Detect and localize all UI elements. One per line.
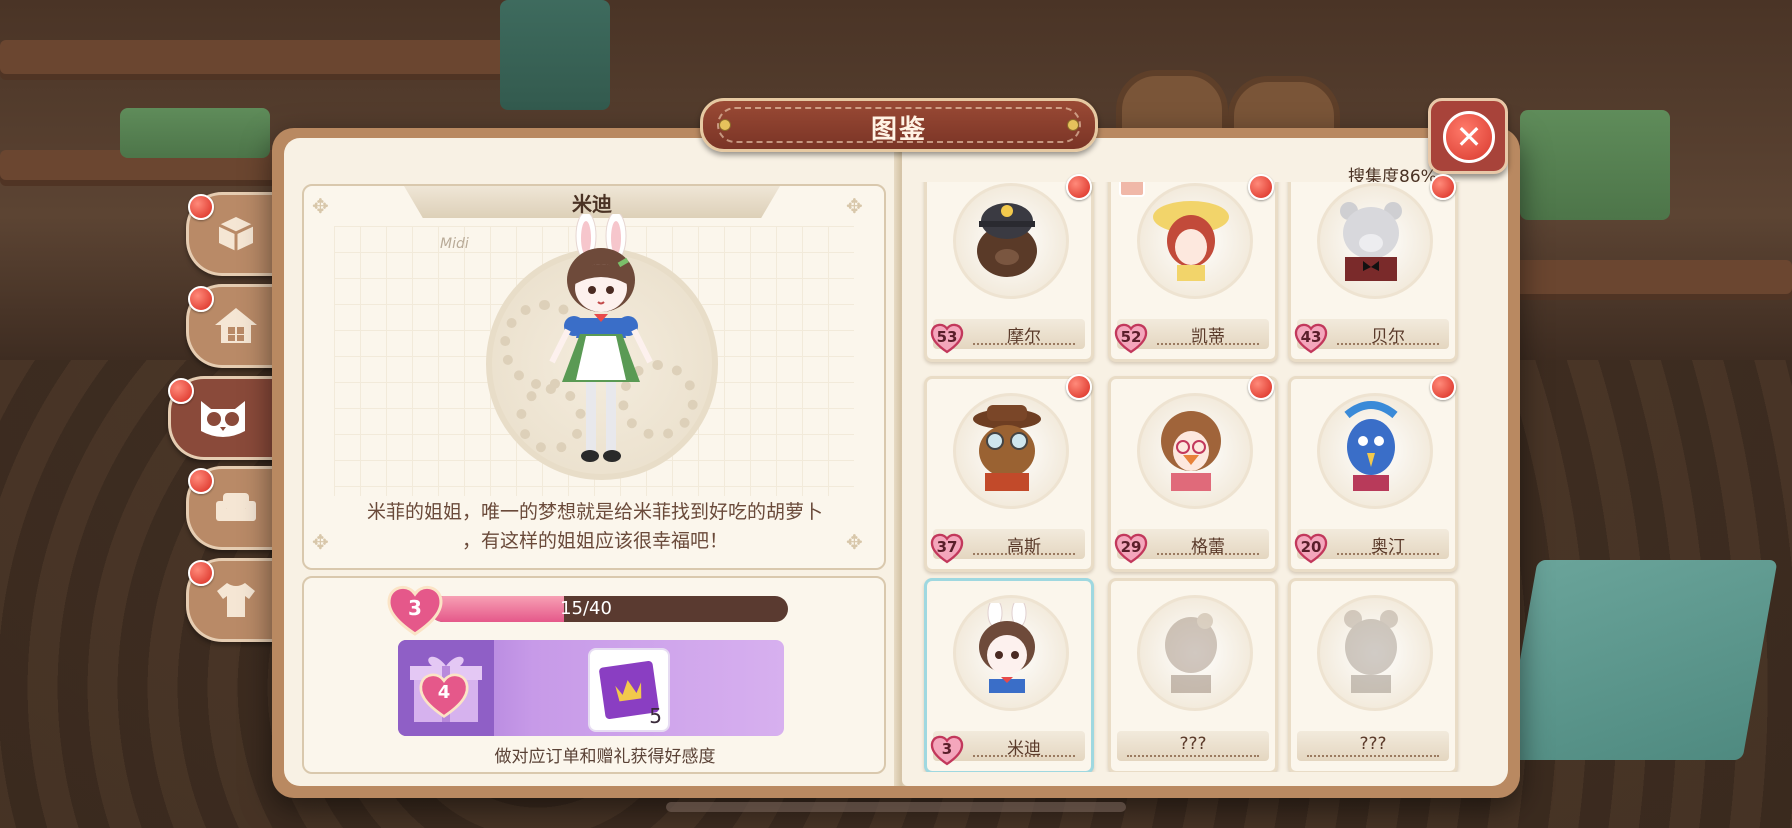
notification-dot: [188, 468, 214, 494]
notification-dot: [1248, 174, 1274, 200]
character-card[interactable]: 贝尔 43: [1288, 182, 1458, 362]
character-level: 53: [936, 328, 958, 346]
notification-dot: [1066, 174, 1092, 200]
character-level: 43: [1300, 328, 1322, 346]
character-name: 凯蒂: [1191, 327, 1225, 347]
owl-icon: [193, 397, 245, 437]
duck-girl-portrait: [1161, 411, 1221, 491]
notification-dot: [188, 560, 214, 586]
character-name: 摩尔: [1007, 327, 1041, 347]
close-icon: ✕: [1455, 118, 1483, 156]
background-cabinet-door: [1520, 110, 1670, 220]
affinity-heart-icon: 37: [929, 531, 965, 565]
affinity-heart-icon: 29: [1113, 531, 1149, 565]
affinity-heart-icon: 52: [1113, 321, 1149, 355]
notification-dot: [1430, 374, 1456, 400]
background-curtain: [500, 0, 610, 110]
character-level: 29: [1120, 538, 1142, 556]
background-table-cloth: [1502, 560, 1778, 760]
shirt-icon: [213, 579, 259, 619]
character-signature: Midi: [440, 236, 469, 252]
character-level: 37: [936, 538, 958, 556]
home-indicator: [666, 802, 1126, 812]
page-title: 图鉴: [870, 115, 927, 145]
reward-ticket[interactable]: 5: [588, 648, 670, 732]
ornament-icon: ✥: [312, 194, 329, 218]
background-beam: [1500, 260, 1792, 300]
character-card[interactable]: 凯蒂 52: [1108, 182, 1278, 362]
affinity-heart-icon: 53: [929, 321, 965, 355]
character-name: 高斯: [1007, 537, 1041, 557]
character-name: 奥汀: [1371, 537, 1405, 557]
house-icon: [213, 305, 259, 345]
close-button[interactable]: ✕: [1428, 98, 1508, 174]
mole-portrait: [977, 203, 1037, 277]
bunny-girl-portrait: [979, 603, 1035, 693]
character-name: ???: [1359, 734, 1387, 754]
character-card-locked[interactable]: ???: [1108, 578, 1278, 772]
character-grid: 摩尔 53 凯蒂 52 贝尔 43 高斯 37 格蕾 29 奥汀 20 米迪 3…: [914, 182, 1466, 772]
character-level: 20: [1300, 538, 1322, 556]
affinity-heart-icon: 3: [929, 733, 965, 767]
affinity-heart-icon: 43: [1293, 321, 1329, 355]
affinity-hint: 做对应订单和赠礼获得好感度: [494, 747, 716, 767]
title-banner: 图鉴: [700, 98, 1098, 152]
notification-dot: [1430, 174, 1456, 200]
character-name: 格蕾: [1191, 537, 1225, 557]
next-level: 4: [437, 682, 451, 703]
character-figure: [549, 214, 653, 462]
character-name: ???: [1179, 734, 1207, 754]
character-level: 3: [941, 740, 953, 758]
notification-dot: [1066, 374, 1092, 400]
katie-portrait: [1153, 201, 1229, 281]
character-description: 米菲的姐姐，唯一的梦想就是给米菲找到好吃的胡萝卜 ，有这样的姐姐应该很幸福吧！: [366, 501, 823, 552]
notification-dot: [1248, 374, 1274, 400]
ornament-icon: ✥: [312, 530, 329, 554]
locked-character-portrait: [1165, 613, 1217, 693]
character-level: 52: [1120, 328, 1142, 346]
bear-portrait: [1340, 202, 1402, 281]
character-card[interactable]: 格蕾 29: [1108, 376, 1278, 572]
notification-dot: [168, 378, 194, 404]
ticket-count: 5: [649, 704, 662, 728]
character-name: 米迪: [572, 192, 612, 216]
background-beam: [0, 40, 560, 80]
character-card-selected[interactable]: 米迪 3: [924, 578, 1094, 772]
peacock-portrait: [1344, 401, 1398, 491]
locked-character-portrait: [1344, 610, 1398, 693]
background-cushion: [120, 108, 270, 158]
box-icon: [213, 213, 259, 253]
character-card[interactable]: 奥汀 20: [1288, 376, 1458, 572]
character-card[interactable]: 高斯 37: [924, 376, 1094, 572]
character-name: 贝尔: [1371, 327, 1405, 347]
character-name: 米迪: [1007, 739, 1041, 759]
notification-dot: [188, 286, 214, 312]
sofa-icon: [213, 487, 259, 527]
affinity-progress-text: 15/40: [560, 598, 612, 619]
gift-icon: [1119, 182, 1145, 197]
character-card-locked[interactable]: ???: [1288, 578, 1458, 772]
ornament-icon: ✥: [846, 194, 863, 218]
affinity-heart-icon: 20: [1293, 531, 1329, 565]
beaver-portrait: [973, 405, 1041, 491]
notification-dot: [188, 194, 214, 220]
character-card[interactable]: 摩尔 53: [924, 182, 1094, 362]
affinity-level: 3: [408, 596, 422, 620]
